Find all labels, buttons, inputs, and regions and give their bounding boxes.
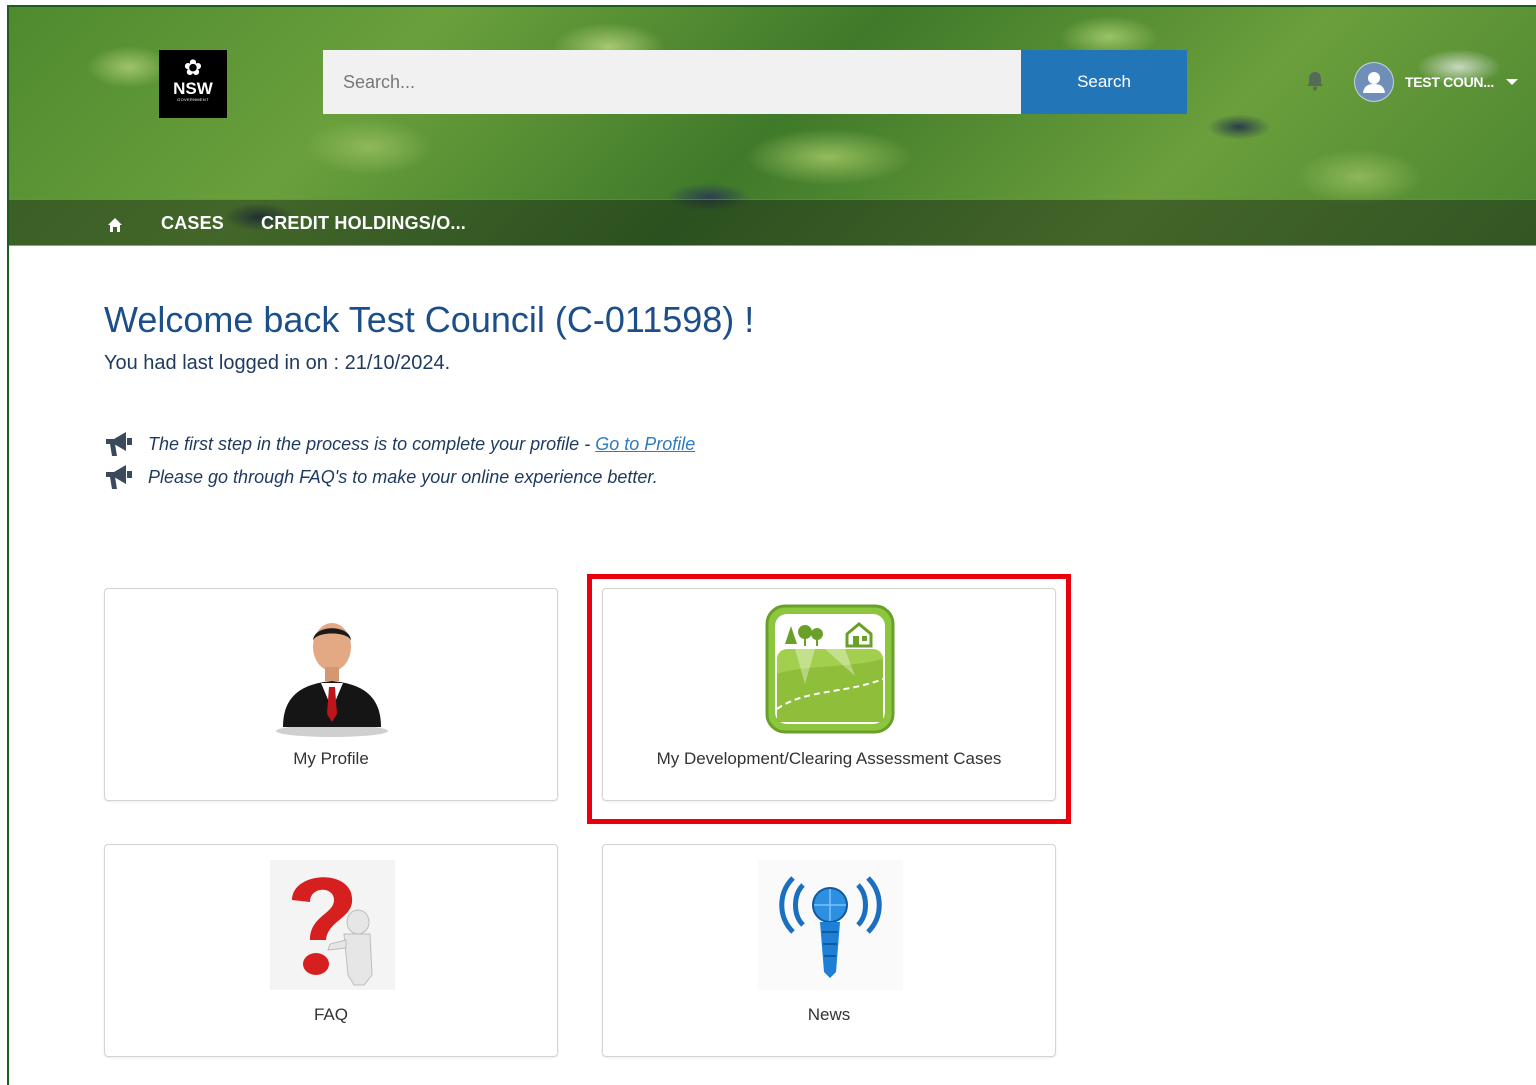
megaphone-icon	[106, 465, 132, 489]
go-to-profile-link[interactable]: Go to Profile	[595, 434, 695, 454]
broadcast-tower-icon	[758, 860, 903, 990]
nav-item-credit-holdings[interactable]: CREDIT HOLDINGS/O...	[261, 213, 466, 234]
bell-icon[interactable]	[1306, 71, 1324, 91]
nav-item-cases[interactable]: CASES	[161, 213, 224, 234]
user-icon	[1363, 72, 1385, 93]
tile-faq[interactable]: FAQ	[104, 844, 558, 1057]
question-mark-person-icon	[270, 860, 395, 990]
notice-faq-text: Please go through FAQ's to make your onl…	[148, 466, 658, 487]
user-menu[interactable]: TEST COUN...	[1354, 62, 1518, 102]
tile-label: My Profile	[293, 749, 369, 768]
search-input[interactable]: Search...	[323, 50, 1021, 114]
tile-news[interactable]: News	[602, 844, 1056, 1057]
notice-profile-text: The first step in the process is to comp…	[148, 433, 596, 454]
business-person-icon	[276, 623, 388, 737]
page-title: Welcome back Test Council (C-011598) !	[104, 299, 755, 340]
page-frame: ✿ NSW GOVERNMENT Search... Search TEST C…	[7, 5, 1536, 1085]
home-icon[interactable]	[107, 217, 123, 233]
search-button[interactable]: Search	[1021, 50, 1187, 114]
waratah-icon: ✿	[183, 55, 203, 80]
last-login-text: You had last logged in on : 21/10/2024.	[104, 352, 451, 374]
notice-faq: Please go through FAQ's to make your onl…	[104, 462, 658, 492]
notice-profile: The first step in the process is to comp…	[104, 429, 695, 459]
megaphone-icon	[106, 432, 132, 456]
chevron-down-icon	[1505, 79, 1518, 85]
tile-label: News	[807, 1005, 851, 1024]
tile-label: FAQ	[313, 1005, 348, 1024]
user-name: TEST COUN...	[1405, 74, 1494, 90]
logo-text: NSW	[173, 79, 213, 98]
notice-text: The first step in the process is to comp…	[148, 434, 695, 455]
tile-development-cases[interactable]: My Development/Clearing Assessment Cases	[602, 588, 1056, 801]
logo-subtext: GOVERNMENT	[177, 97, 209, 102]
landscape-development-icon	[765, 604, 895, 734]
tile-label: My Development/Clearing Assessment Cases	[656, 749, 1002, 768]
avatar	[1354, 62, 1394, 102]
nsw-logo[interactable]: ✿ NSW GOVERNMENT	[159, 50, 227, 118]
tile-my-profile[interactable]: My Profile	[104, 588, 558, 801]
nav-bar	[9, 199, 1536, 246]
